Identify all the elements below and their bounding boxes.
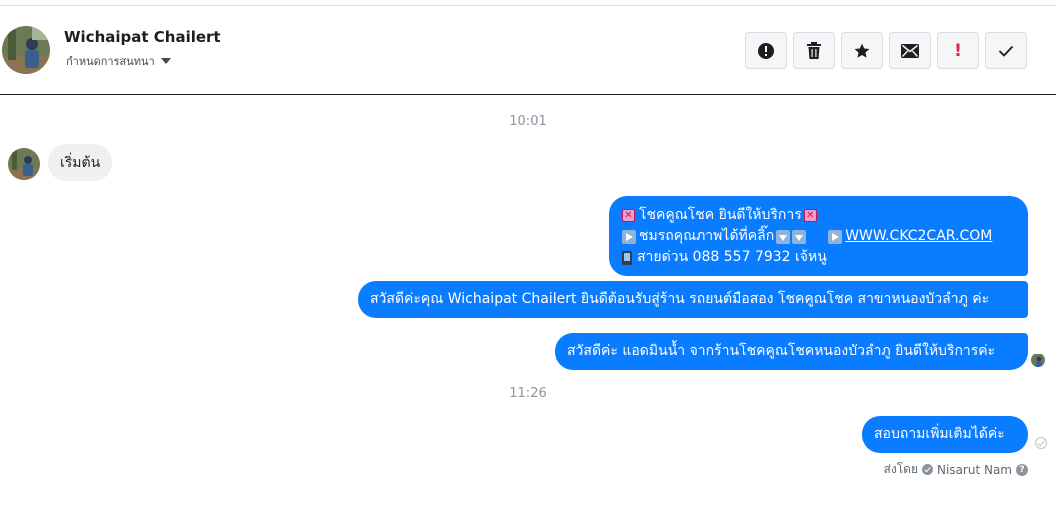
contact-name[interactable]: Wichaipat Chailert [64, 28, 221, 46]
sender-name: Nisarut Nam [937, 462, 1012, 477]
sent-by-info: ส่งโดย Nisarut Nam ? [884, 460, 1028, 479]
outgoing-message[interactable]: ✕ โชคคูณโชค ยินดีให้บริการ ✕ ชมรถคุณภาพไ… [609, 196, 1028, 276]
sent-by-label: ส่งโดย [883, 462, 918, 476]
contact-avatar[interactable] [2, 26, 50, 74]
play-button-icon [622, 229, 636, 244]
envelope-icon [901, 43, 919, 58]
exclamation-icon: ! [954, 40, 962, 61]
checkmark-icon [998, 45, 1014, 57]
mark-done-button[interactable] [985, 32, 1027, 69]
conversation-settings-dropdown[interactable]: กำหนดการสนทนา [66, 52, 171, 70]
cross-mark-icon: ✕ [622, 209, 635, 222]
outgoing-message[interactable]: สวัสดีค่ะคุณ Wichaipat Chailert ยินดีต้อ… [358, 281, 1028, 318]
cross-mark-icon: ✕ [803, 209, 817, 222]
delete-button[interactable] [793, 32, 835, 69]
timestamp: 11:26 [509, 386, 547, 401]
mark-spam-button[interactable] [745, 32, 787, 69]
help-icon[interactable]: ? [1016, 463, 1028, 476]
caret-down-icon [160, 58, 171, 64]
message-line: โชคคูณโชค ยินดีให้บริการ [639, 207, 802, 223]
trash-icon [807, 42, 821, 59]
incoming-message[interactable]: เริ่มต้น [48, 144, 113, 181]
toolbar: ! [745, 32, 1027, 69]
conversation-settings-label: กำหนดการสนทนา [66, 55, 155, 68]
mark-unread-button[interactable] [889, 32, 931, 69]
outgoing-message[interactable]: สอบถามเพิ่มเติมได้ค่ะ [862, 416, 1028, 453]
read-receipt-avatar [1031, 353, 1045, 367]
down-arrow-icon [792, 229, 807, 244]
star-icon [854, 43, 870, 58]
sent-check-icon [1035, 437, 1047, 449]
alert-circle-icon [758, 42, 774, 59]
down-arrow-icon [776, 229, 791, 244]
website-link[interactable]: WWW.CKC2CAR.COM [845, 226, 992, 247]
conversation-header: Wichaipat Chailert กำหนดการสนทนา ! [0, 6, 1056, 95]
contact-avatar-small[interactable] [8, 148, 40, 180]
mobile-phone-icon [622, 250, 632, 265]
flag-important-button[interactable]: ! [937, 32, 979, 69]
star-button[interactable] [841, 32, 883, 69]
play-button-icon [828, 229, 843, 244]
message-line: ชมรถคุณภาพได้ที่คลิ๊ก [639, 228, 775, 244]
timestamp: 10:01 [509, 114, 547, 129]
outgoing-message[interactable]: สวัสดีค่ะ แอดมินน้ำ จากร้านโชคคูณโชคหนอง… [555, 333, 1028, 370]
message-line: สายด่วน 088 557 7932 เจ้หนู [637, 249, 827, 265]
verified-check-icon [922, 464, 933, 475]
